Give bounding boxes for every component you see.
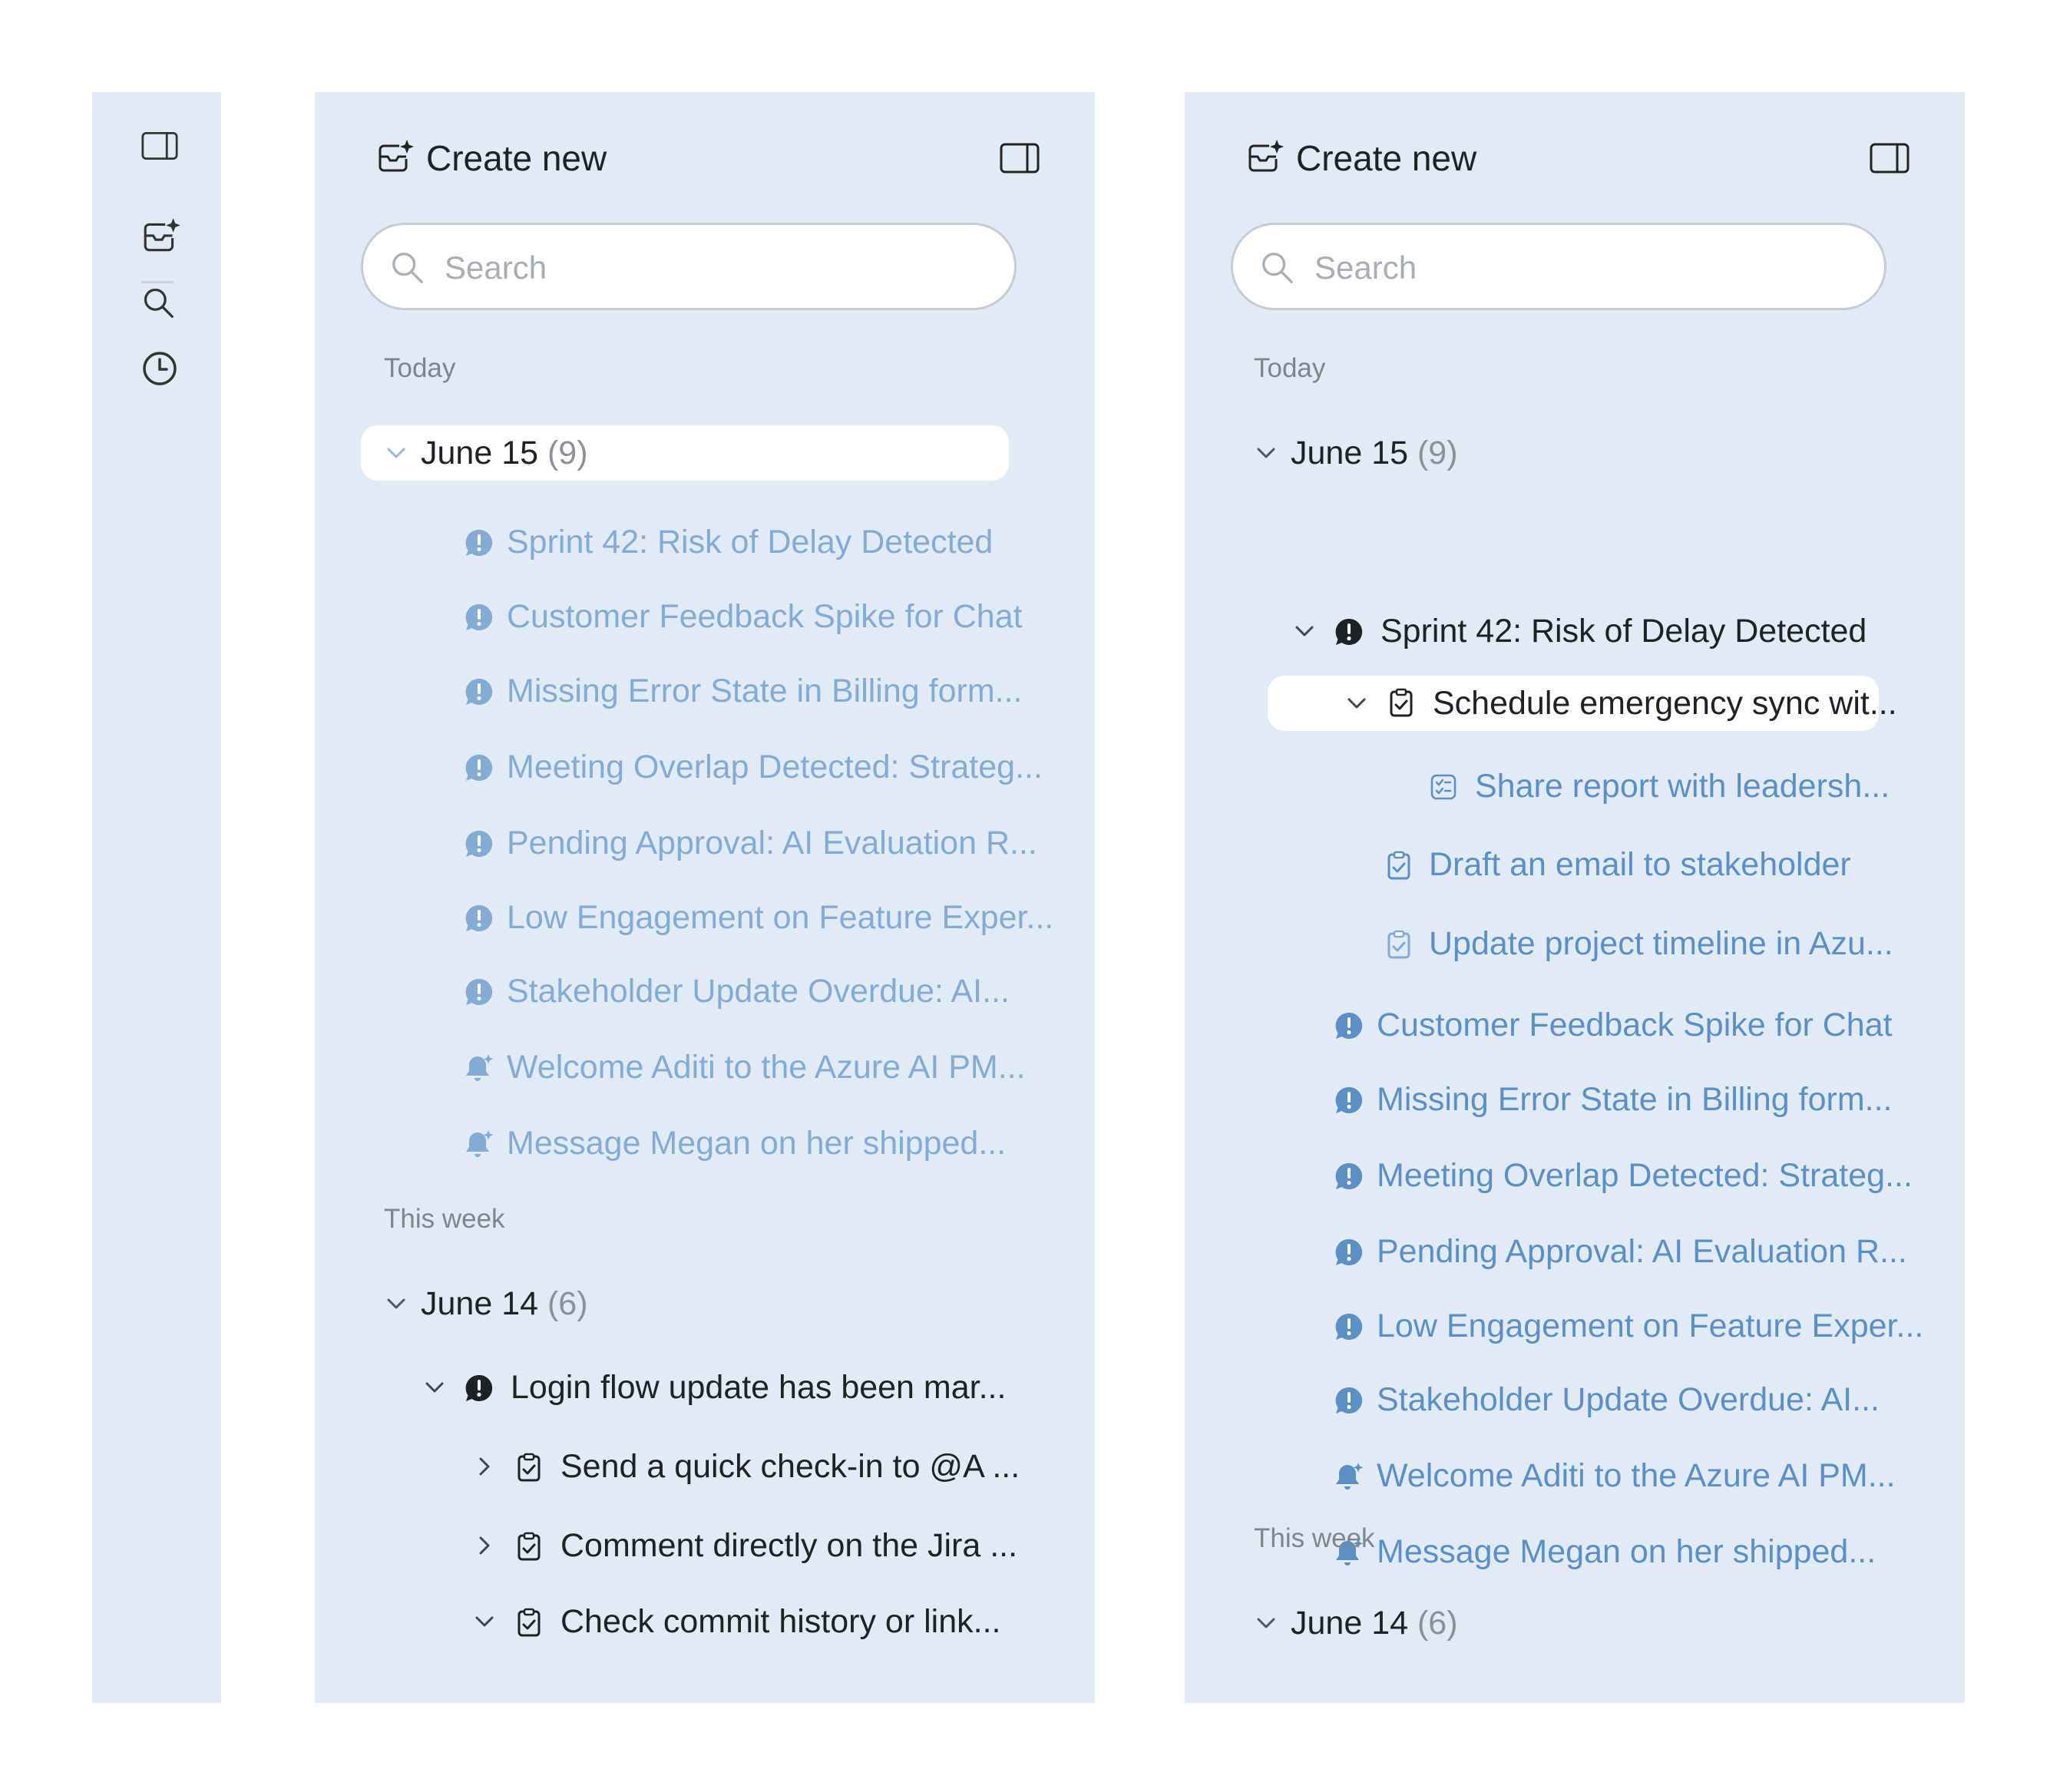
- item-label: Low Engagement on Feature Exper...: [1377, 1308, 1924, 1344]
- chevron-down-icon[interactable]: [1254, 441, 1278, 465]
- alert-icon: [465, 977, 494, 1007]
- group-count: (9): [1417, 435, 1458, 471]
- section-label-today: Today: [1254, 353, 1326, 383]
- item-label: Pending Approval: AI Evaluation R...: [1377, 1233, 1907, 1270]
- alert-icon: [465, 1374, 494, 1403]
- search-icon[interactable]: [141, 286, 175, 319]
- group-label: June 14: [421, 1285, 539, 1322]
- group-count: (6): [1417, 1605, 1458, 1642]
- item-label: Welcome Aditi to the Azure AI PM...: [1377, 1457, 1896, 1494]
- alert-icon: [1334, 617, 1364, 646]
- item-label: Comment directly on the Jira ...: [560, 1527, 1018, 1564]
- alert-icon: [465, 829, 494, 858]
- list-item-selected[interactable]: Schedule emergency sync wit...: [1268, 676, 1897, 731]
- search-icon: [389, 250, 425, 285]
- item-label: Stakeholder Update Overdue: AI...: [507, 973, 1010, 1010]
- group-label: June 15: [1291, 435, 1409, 471]
- item-label: Send a quick check-in to @A ...: [560, 1448, 1020, 1485]
- chevron-down-icon[interactable]: [1292, 619, 1317, 643]
- item-label: Missing Error State in Billing form...: [507, 673, 1023, 709]
- section-label-today: Today: [384, 353, 456, 383]
- alert-icon: [1334, 1386, 1364, 1415]
- item-label: Stakeholder Update Overdue: AI...: [1377, 1381, 1880, 1418]
- item-label: Meeting Overlap Detected: Strateg...: [1377, 1157, 1913, 1194]
- item-label: Update project timeline in Azu...: [1429, 925, 1893, 962]
- chevron-down-icon[interactable]: [384, 441, 408, 465]
- alert-icon: [1334, 1238, 1364, 1267]
- chevron-right-icon[interactable]: [472, 1454, 497, 1479]
- item-label: Customer Feedback Spike for Chat: [507, 598, 1023, 635]
- alert-icon: [1334, 1312, 1364, 1341]
- chevron-down-icon[interactable]: [1254, 1611, 1278, 1635]
- alert-icon: [465, 753, 494, 782]
- item-label: Welcome Aditi to the Azure AI PM...: [507, 1049, 1026, 1086]
- chevron-right-icon[interactable]: [472, 1533, 497, 1558]
- history-icon[interactable]: [141, 350, 178, 387]
- chevron-down-icon[interactable]: [472, 1609, 497, 1634]
- sidebar-panel-expanded-item: Create new Search Today June 15 (9) Spri…: [1185, 92, 1965, 1703]
- rail-divider: [141, 281, 174, 283]
- clipboard-icon: [514, 1453, 544, 1482]
- search-placeholder: Search: [1314, 250, 1417, 286]
- alert-icon: [1334, 1011, 1364, 1040]
- group-june-14[interactable]: June 14 (6): [1231, 1595, 1879, 1651]
- search-icon: [1259, 250, 1294, 285]
- search-placeholder: Search: [445, 250, 547, 286]
- group-label: June 15: [421, 435, 539, 471]
- section-label-this-week: This week: [1254, 1523, 1375, 1553]
- group-count: (9): [547, 435, 588, 471]
- search-input[interactable]: Search: [1231, 223, 1886, 310]
- panel-toggle-icon[interactable]: [1000, 143, 1040, 174]
- panel-toggle-icon[interactable]: [1870, 143, 1909, 174]
- item-label: Message Megan on her shipped...: [507, 1125, 1007, 1162]
- group-count: (6): [547, 1285, 588, 1322]
- group-june-15[interactable]: June 15 (9): [1231, 425, 1879, 481]
- item-label: Share report with leadersh...: [1475, 768, 1890, 805]
- alert-icon: [465, 528, 494, 557]
- clipboard-icon: [514, 1608, 544, 1637]
- item-label: Pending Approval: AI Evaluation R...: [507, 825, 1037, 861]
- alert-icon: [1334, 1162, 1364, 1191]
- clipboard-icon: [514, 1532, 544, 1561]
- bell-icon: [465, 1053, 494, 1083]
- create-new-icon[interactable]: [1246, 138, 1285, 177]
- panel-toggle-icon[interactable]: [141, 131, 178, 161]
- item-label: Low Engagement on Feature Exper...: [507, 899, 1054, 936]
- group-june-14[interactable]: June 14 (6): [361, 1276, 1009, 1331]
- chevron-down-icon[interactable]: [384, 1291, 408, 1316]
- item-label: Sprint 42: Risk of Delay Detected: [1380, 613, 1867, 650]
- create-new-button[interactable]: Create new: [426, 137, 607, 180]
- item-label: Draft an email to stakeholder: [1429, 846, 1851, 883]
- chevron-down-icon[interactable]: [422, 1375, 447, 1400]
- item-label: Sprint 42: Risk of Delay Detected: [507, 524, 994, 560]
- collapsed-sidebar-rail: [92, 92, 221, 1703]
- item-label: Check commit history or link...: [560, 1603, 1001, 1640]
- search-input[interactable]: Search: [361, 223, 1017, 310]
- group-label: June 14: [1291, 1605, 1409, 1642]
- group-june-15[interactable]: June 15 (9): [361, 425, 1009, 481]
- bell-icon: [465, 1129, 494, 1159]
- chevron-down-icon[interactable]: [1344, 691, 1369, 716]
- item-label: Message Megan on her shipped...: [1377, 1533, 1876, 1570]
- checklist-icon: [1429, 772, 1458, 802]
- alert-icon: [465, 904, 494, 933]
- alert-icon: [465, 677, 494, 706]
- create-new-icon[interactable]: [141, 217, 181, 256]
- item-label: Missing Error State in Billing form...: [1377, 1081, 1893, 1118]
- bell-icon: [1334, 1462, 1364, 1491]
- item-label: Login flow update has been mar...: [511, 1369, 1007, 1406]
- alert-icon: [465, 603, 494, 632]
- item-label: Schedule emergency sync wit...: [1433, 685, 1897, 722]
- section-label-this-week: This week: [384, 1204, 505, 1234]
- clipboard-icon: [1384, 851, 1414, 880]
- clipboard-icon: [1387, 688, 1416, 717]
- item-label: Meeting Overlap Detected: Strateg...: [507, 749, 1043, 785]
- create-new-icon[interactable]: [376, 138, 415, 177]
- sidebar-panel-collapsed-group: Create new Search Today June 15 (9) Spri…: [315, 92, 1095, 1703]
- item-label: Customer Feedback Spike for Chat: [1377, 1007, 1893, 1043]
- alert-icon: [1334, 1086, 1364, 1115]
- clipboard-icon: [1384, 930, 1414, 959]
- create-new-button[interactable]: Create new: [1296, 137, 1476, 180]
